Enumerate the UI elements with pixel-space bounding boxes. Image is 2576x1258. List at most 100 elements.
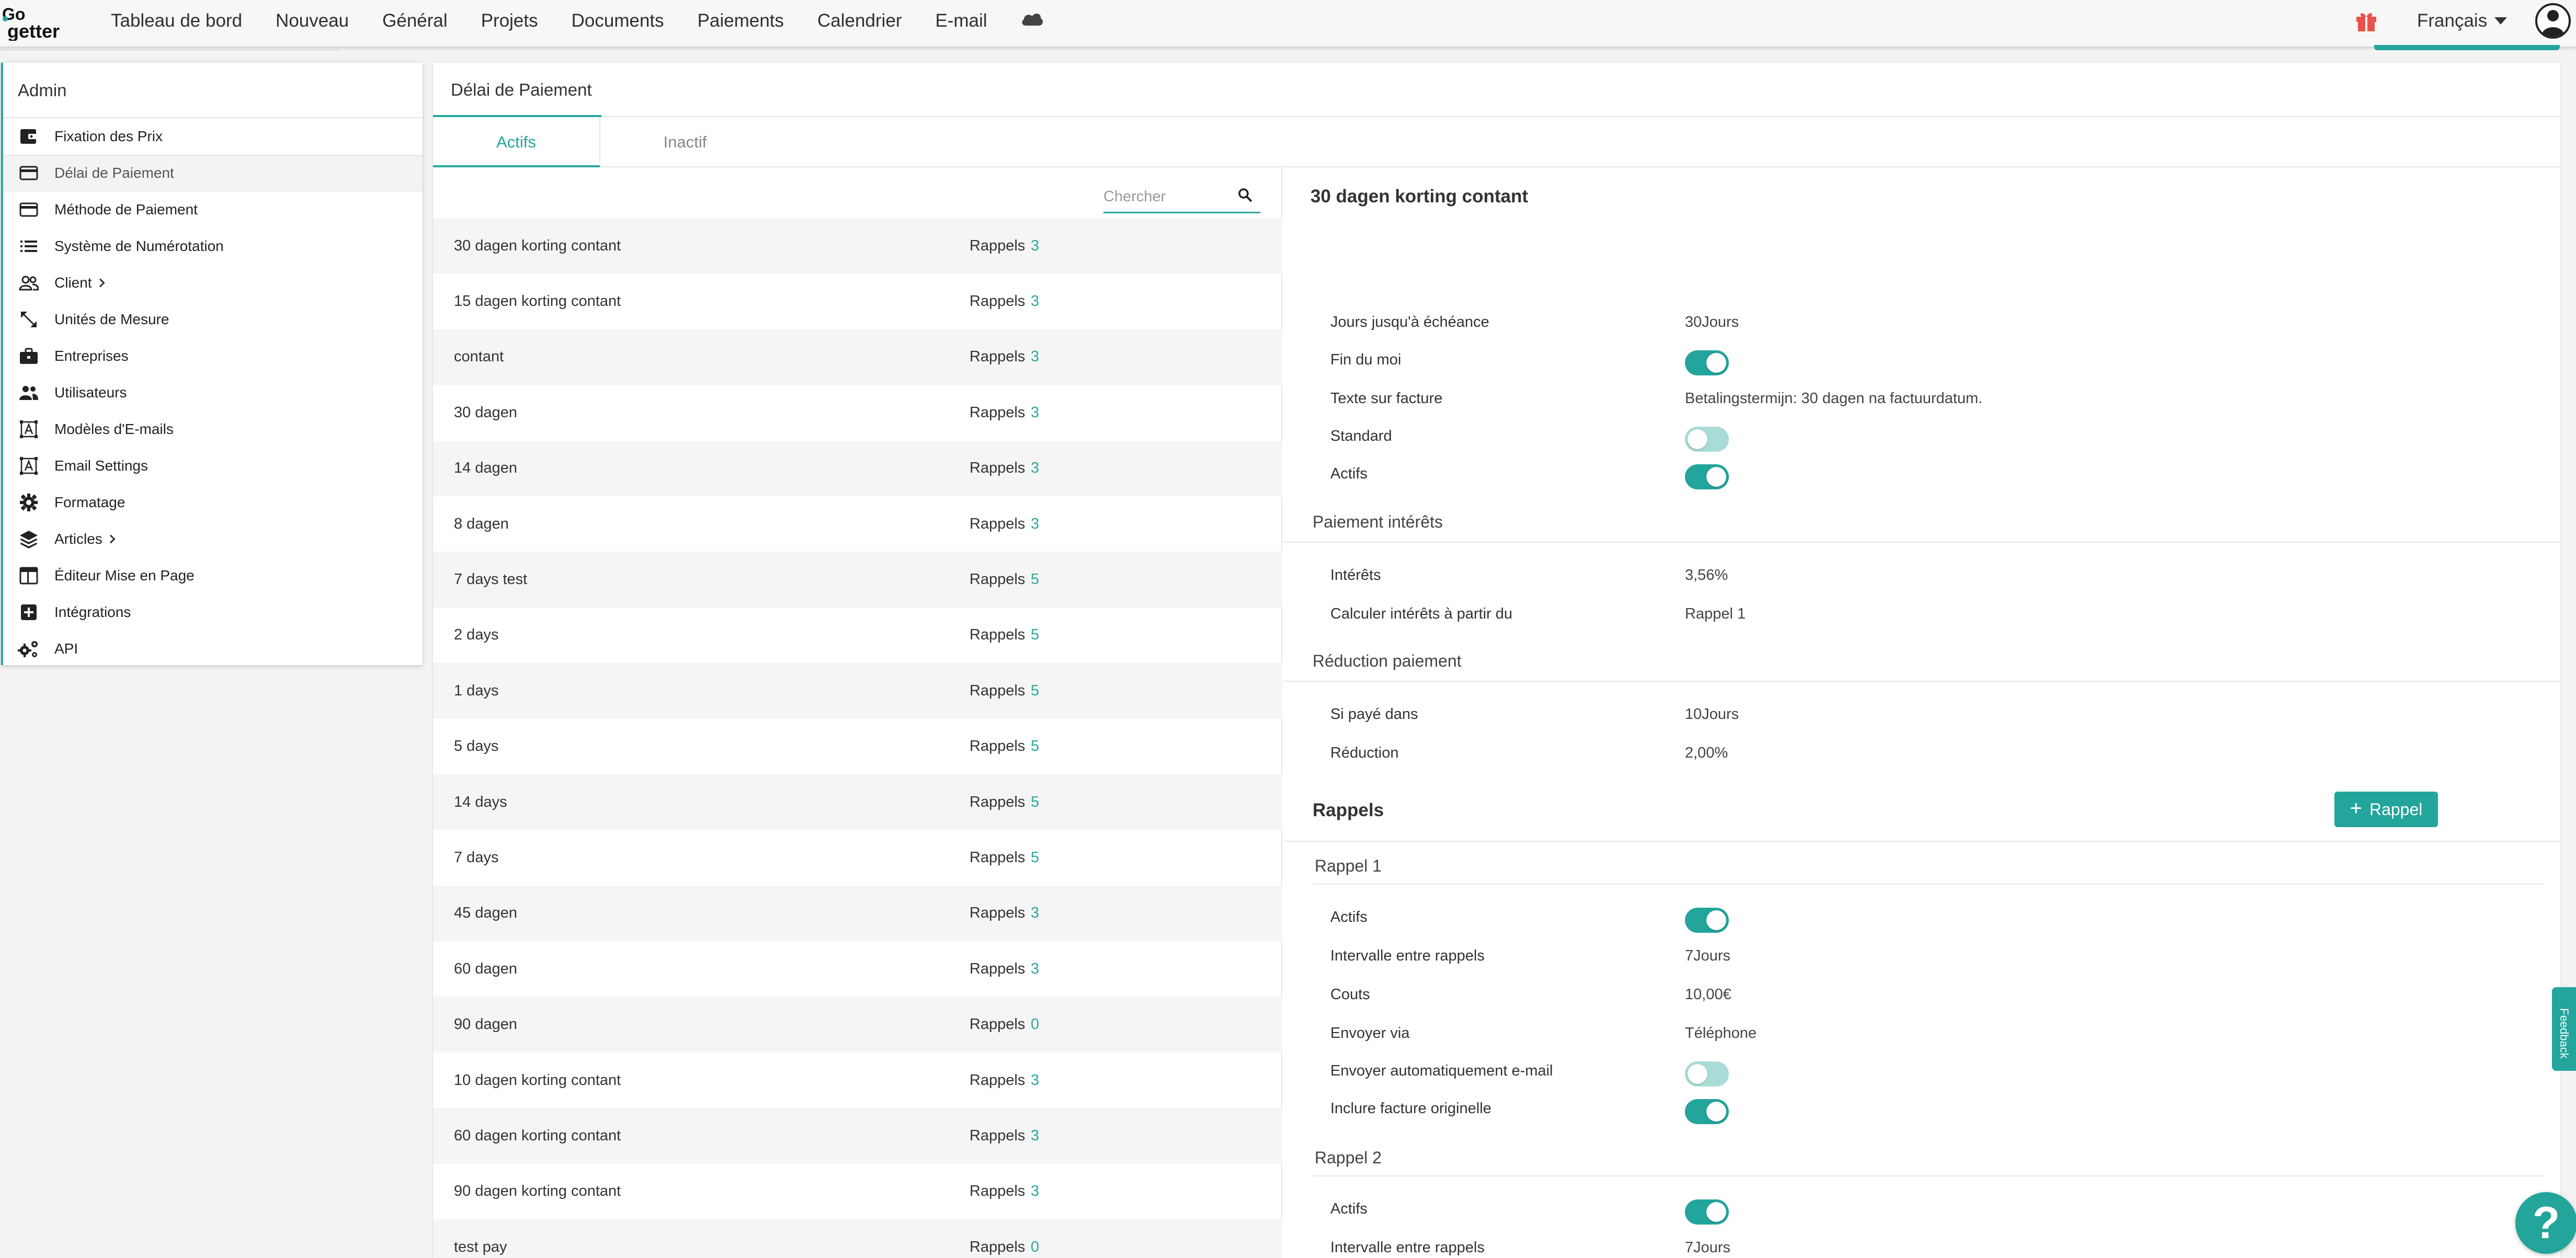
nav-payments[interactable]: Paiements bbox=[698, 10, 784, 31]
search-input[interactable]: Chercher bbox=[1103, 186, 1260, 213]
list-item[interactable]: 60 dagen korting contant Rappels 3 bbox=[433, 1108, 1282, 1164]
sidebar-title: Admin bbox=[3, 63, 423, 118]
users-outline-icon bbox=[18, 272, 40, 294]
nav-dashboard[interactable]: Tableau de bord bbox=[111, 10, 242, 31]
list-item[interactable]: 30 dagen Rappels 3 bbox=[433, 385, 1282, 440]
briefcase-icon bbox=[18, 345, 40, 367]
help-button[interactable]: ? bbox=[2515, 1192, 2576, 1254]
status-tabs: Actifs Inactif bbox=[433, 117, 2560, 167]
reminder-1-auto-email-label: Envoyer automatiquement e-mail bbox=[1330, 1062, 1553, 1079]
list-item[interactable]: 10 dagen korting contant Rappels 3 bbox=[433, 1053, 1282, 1108]
reminder-1-include-invoice-toggle[interactable] bbox=[1685, 1099, 1729, 1124]
toggle-knob bbox=[1706, 1202, 1726, 1222]
list-item[interactable]: 15 dagen korting contant Rappels 3 bbox=[433, 273, 1282, 329]
reminders-count: 5 bbox=[1031, 571, 1040, 588]
header-action-tab[interactable] bbox=[2374, 45, 2560, 50]
nav-general[interactable]: Général bbox=[382, 10, 448, 31]
list-item[interactable]: 14 dagen Rappels 3 bbox=[433, 440, 1282, 496]
user-avatar[interactable] bbox=[2535, 3, 2571, 39]
nav-documents[interactable]: Documents bbox=[572, 10, 664, 31]
add-reminder-button[interactable]: + Rappel bbox=[2334, 792, 2438, 827]
list-icon bbox=[18, 235, 40, 257]
list-item[interactable]: 60 dagen Rappels 3 bbox=[433, 941, 1282, 997]
list-item[interactable]: 8 dagen Rappels 3 bbox=[433, 496, 1282, 552]
sidebar-item-integrations[interactable]: Intégrations bbox=[3, 594, 423, 631]
cloud-icon[interactable] bbox=[1021, 11, 1044, 27]
sidebar-item-layout-editor[interactable]: Éditeur Mise en Page bbox=[3, 557, 423, 594]
top-navigation-bar: Go getter Tableau de bord Nouveau Généra… bbox=[0, 0, 2576, 48]
list-item[interactable]: 14 days Rappels 5 bbox=[433, 774, 1282, 830]
list-item[interactable]: 5 days Rappels 5 bbox=[433, 719, 1282, 774]
divider bbox=[1283, 841, 2560, 842]
list-item[interactable]: 2 days Rappels 5 bbox=[433, 608, 1282, 663]
list-item[interactable]: 30 dagen korting contant Rappels 3 bbox=[433, 218, 1282, 274]
list-item-name: 30 dagen korting contant bbox=[454, 237, 621, 254]
standard-label: Standard bbox=[1330, 428, 1392, 444]
reminders-label: Rappels bbox=[970, 293, 1025, 310]
language-selector[interactable]: Français bbox=[2417, 10, 2507, 31]
sidebar-item-payment-term[interactable]: Délai de Paiement bbox=[3, 155, 423, 191]
sidebar-item-email-settings[interactable]: Email Settings bbox=[3, 448, 423, 484]
gogetter-logo[interactable]: Go getter bbox=[2, 4, 81, 41]
reminders-count: 0 bbox=[1031, 1238, 1040, 1255]
reminder-2-active-toggle[interactable] bbox=[1685, 1199, 1729, 1225]
if-paid-within-label: Si payé dans bbox=[1330, 706, 1418, 723]
reminders-count: 3 bbox=[1031, 515, 1040, 532]
tab-inactive[interactable]: Inactif bbox=[601, 117, 769, 167]
list-item-name: 45 dagen bbox=[454, 905, 517, 922]
list-item[interactable]: test pay Rappels 0 bbox=[433, 1219, 1282, 1258]
reminders-count: 3 bbox=[1031, 348, 1040, 365]
gift-icon[interactable] bbox=[2355, 9, 2377, 32]
active-toggle[interactable] bbox=[1685, 464, 1729, 489]
reminders-label: Rappels bbox=[970, 849, 1025, 866]
list-item[interactable]: 45 dagen Rappels 3 bbox=[433, 885, 1282, 942]
standard-toggle[interactable] bbox=[1685, 427, 1729, 452]
reminder-1-interval-label: Intervalle entre rappels bbox=[1330, 947, 1485, 964]
plus-square-icon bbox=[18, 601, 40, 623]
reminders-label: Rappels bbox=[970, 1238, 1025, 1255]
list-item-name: 90 dagen bbox=[454, 1016, 517, 1033]
list-item[interactable]: 7 days test Rappels 5 bbox=[433, 552, 1282, 608]
sidebar-item-api[interactable]: API bbox=[3, 631, 423, 667]
sidebar-item-pricing[interactable]: Fixation des Prix bbox=[3, 118, 423, 155]
interest-value: 3,56% bbox=[1685, 567, 1728, 584]
list-item-name: 10 dagen korting contant bbox=[454, 1071, 621, 1089]
search-icon[interactable] bbox=[1237, 187, 1253, 203]
reminders-label: Rappels bbox=[970, 571, 1025, 588]
reminders-label: Rappels bbox=[970, 793, 1025, 810]
sidebar-item-payment-method[interactable]: Méthode de Paiement bbox=[3, 191, 423, 228]
list-item[interactable]: 7 days Rappels 5 bbox=[433, 830, 1282, 885]
reminder-1-active-toggle[interactable] bbox=[1685, 908, 1729, 933]
gear-icon bbox=[18, 491, 40, 513]
sidebar-item-numbering[interactable]: Système de Numérotation bbox=[3, 228, 423, 265]
active-label: Actifs bbox=[1330, 465, 1367, 482]
header-underline bbox=[0, 49, 340, 51]
days-until-due-value: 30Jours bbox=[1685, 314, 1739, 330]
nav-new[interactable]: Nouveau bbox=[276, 10, 349, 31]
sidebar-item-label: Unités de Mesure bbox=[54, 311, 169, 327]
nav-email[interactable]: E-mail bbox=[936, 10, 987, 31]
list-item-name: test pay bbox=[454, 1238, 507, 1255]
sidebar-item-client[interactable]: Client bbox=[3, 265, 423, 301]
nav-projects[interactable]: Projets bbox=[481, 10, 538, 31]
tab-payment-term[interactable]: Délai de Paiement bbox=[433, 63, 601, 117]
reminders-label: Rappels bbox=[970, 348, 1025, 365]
sidebar-item-email-templates[interactable]: Modèles d'E-mails bbox=[3, 411, 423, 448]
tab-active[interactable]: Actifs bbox=[433, 117, 600, 167]
sidebar-item-articles[interactable]: Articles bbox=[3, 521, 423, 557]
sidebar-item-companies[interactable]: Entreprises bbox=[3, 338, 423, 374]
reminders-count: 5 bbox=[1031, 849, 1040, 866]
list-item[interactable]: contant Rappels 3 bbox=[433, 329, 1282, 385]
list-item[interactable]: 1 days Rappels 5 bbox=[433, 663, 1282, 719]
sidebar-item-users[interactable]: Utilisateurs bbox=[3, 374, 423, 411]
toggle-knob bbox=[1706, 1102, 1726, 1122]
sidebar-item-formatting[interactable]: Formatage bbox=[3, 484, 423, 521]
end-of-month-toggle[interactable] bbox=[1685, 350, 1729, 375]
nav-calendar[interactable]: Calendrier bbox=[817, 10, 902, 31]
feedback-tab[interactable]: Feedback bbox=[2552, 987, 2576, 1071]
list-item[interactable]: 90 dagen korting contant Rappels 3 bbox=[433, 1164, 1282, 1219]
list-item[interactable]: 90 dagen Rappels 0 bbox=[433, 997, 1282, 1053]
sidebar-item-units[interactable]: Unités de Mesure bbox=[3, 301, 423, 338]
reminders-count: 3 bbox=[1031, 1127, 1040, 1144]
reminder-1-auto-email-toggle[interactable] bbox=[1685, 1061, 1729, 1087]
